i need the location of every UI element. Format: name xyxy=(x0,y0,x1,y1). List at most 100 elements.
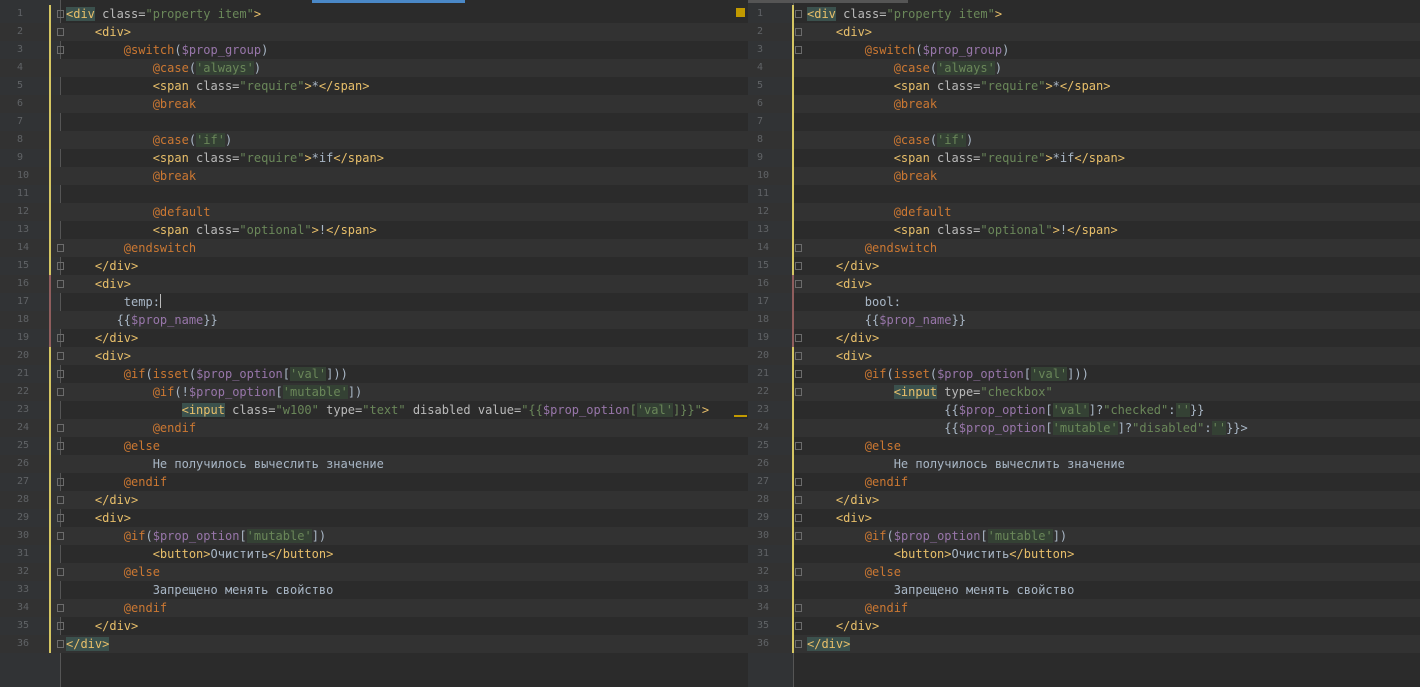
code-text[interactable]: <div> xyxy=(66,23,131,41)
code-line[interactable]: 10 @break xyxy=(748,167,1420,185)
code-line[interactable]: 18 {{$prop_name}} xyxy=(748,311,1420,329)
change-marker[interactable] xyxy=(49,113,51,131)
code-text[interactable]: @if(isset($prop_option['val'])) xyxy=(66,365,348,383)
code-text[interactable]: @switch($prop_group) xyxy=(807,41,1010,59)
change-marker[interactable] xyxy=(792,59,794,77)
change-marker[interactable] xyxy=(792,527,794,545)
code-text[interactable]: <span class="require">*</span> xyxy=(66,77,370,95)
code-line[interactable]: 35 </div> xyxy=(748,617,1420,635)
code-text[interactable]: @endif xyxy=(807,599,908,617)
code-line[interactable]: 23 <input class="w100" type="text" disab… xyxy=(0,401,748,419)
change-marker[interactable] xyxy=(49,203,51,221)
change-marker[interactable] xyxy=(792,167,794,185)
code-text[interactable]: @case('if') xyxy=(66,131,232,149)
code-line[interactable]: 1 <div class="property item"> xyxy=(748,5,1420,23)
change-marker[interactable] xyxy=(49,437,51,455)
change-marker[interactable] xyxy=(49,455,51,473)
change-marker[interactable] xyxy=(792,311,794,329)
code-text[interactable]: @if($prop_option['mutable']) xyxy=(807,527,1067,545)
code-line[interactable]: 9 <span class="require">*if</span> xyxy=(748,149,1420,167)
code-text[interactable]: </div> xyxy=(807,329,879,347)
code-text[interactable]: @endif xyxy=(66,473,167,491)
code-line[interactable]: 32 @else xyxy=(0,563,748,581)
code-line[interactable]: 30 @if($prop_option['mutable']) xyxy=(748,527,1420,545)
code-line[interactable]: 35 </div> xyxy=(0,617,748,635)
fold-toggle-icon[interactable] xyxy=(795,10,802,18)
code-line[interactable]: 4 @case('always') xyxy=(748,59,1420,77)
change-marker[interactable] xyxy=(792,437,794,455)
code-text[interactable]: <span class="require">*</span> xyxy=(807,77,1111,95)
code-line[interactable]: 33 Запрещено менять свойство xyxy=(0,581,748,599)
code-text[interactable]: @else xyxy=(807,563,901,581)
code-text[interactable]: <div class="property item"> xyxy=(807,5,1002,23)
code-line[interactable]: 23 {{$prop_option['val']?"checked":''}} xyxy=(748,401,1420,419)
code-text[interactable]: @endif xyxy=(66,419,196,437)
fold-toggle-icon[interactable] xyxy=(795,622,802,630)
change-marker[interactable] xyxy=(49,149,51,167)
fold-toggle-icon[interactable] xyxy=(57,622,64,630)
code-text[interactable]: {{$prop_name}} xyxy=(807,311,966,329)
code-line[interactable]: 26 Не получилось вычеслить значение xyxy=(748,455,1420,473)
fold-toggle-icon[interactable] xyxy=(57,10,64,18)
code-line[interactable]: 12 @default xyxy=(0,203,748,221)
code-text[interactable]: <button>Очистить</button> xyxy=(66,545,334,563)
change-marker[interactable] xyxy=(792,5,794,23)
code-text[interactable]: @endif xyxy=(807,473,908,491)
code-line[interactable]: 19 </div> xyxy=(0,329,748,347)
code-text[interactable]: <div> xyxy=(807,23,872,41)
code-line[interactable]: 29 <div> xyxy=(748,509,1420,527)
fold-toggle-icon[interactable] xyxy=(795,604,802,612)
change-marker[interactable] xyxy=(792,113,794,131)
code-text[interactable]: </div> xyxy=(66,329,138,347)
change-marker[interactable] xyxy=(49,311,51,329)
fold-toggle-icon[interactable] xyxy=(57,514,64,522)
change-marker[interactable] xyxy=(49,239,51,257)
change-marker[interactable] xyxy=(49,5,51,23)
change-marker[interactable] xyxy=(49,473,51,491)
fold-toggle-icon[interactable] xyxy=(795,334,802,342)
change-marker[interactable] xyxy=(792,203,794,221)
code-text[interactable]: @else xyxy=(66,437,160,455)
change-marker[interactable] xyxy=(49,275,51,293)
code-line[interactable]: 13 <span class="optional">!</span> xyxy=(0,221,748,239)
change-marker[interactable] xyxy=(792,383,794,401)
code-text[interactable]: </div> xyxy=(807,491,879,509)
code-line[interactable]: 30 @if($prop_option['mutable']) xyxy=(0,527,748,545)
code-line[interactable]: 18 {{$prop_name}} xyxy=(0,311,748,329)
change-marker[interactable] xyxy=(49,545,51,563)
code-line[interactable]: 3 @switch($prop_group) xyxy=(0,41,748,59)
code-text[interactable]: </div> xyxy=(807,617,879,635)
change-marker[interactable] xyxy=(792,491,794,509)
fold-toggle-icon[interactable] xyxy=(795,442,802,450)
code-line[interactable]: 29 <div> xyxy=(0,509,748,527)
change-marker[interactable] xyxy=(792,617,794,635)
code-text[interactable]: @else xyxy=(807,437,901,455)
code-line[interactable]: 24 {{$prop_option['mutable']?"disabled":… xyxy=(748,419,1420,437)
code-text[interactable]: </div> xyxy=(807,257,879,275)
change-marker[interactable] xyxy=(49,167,51,185)
code-line[interactable]: 19 </div> xyxy=(748,329,1420,347)
fold-toggle-icon[interactable] xyxy=(57,640,64,648)
fold-toggle-icon[interactable] xyxy=(57,496,64,504)
code-text[interactable]: </div> xyxy=(66,257,138,275)
code-text[interactable]: <div> xyxy=(66,347,131,365)
code-text[interactable]: @default xyxy=(807,203,952,221)
fold-toggle-icon[interactable] xyxy=(795,640,802,648)
code-line[interactable]: 17 temp: xyxy=(0,293,748,311)
change-marker[interactable] xyxy=(49,635,51,653)
change-marker[interactable] xyxy=(792,221,794,239)
code-text[interactable]: @case('always') xyxy=(807,59,1002,77)
fold-toggle-icon[interactable] xyxy=(57,568,64,576)
change-marker[interactable] xyxy=(49,581,51,599)
fold-toggle-icon[interactable] xyxy=(57,244,64,252)
code-text[interactable]: @endswitch xyxy=(807,239,937,257)
code-text[interactable]: @if(!$prop_option['mutable']) xyxy=(66,383,362,401)
code-line[interactable]: 6 @break xyxy=(748,95,1420,113)
fold-toggle-icon[interactable] xyxy=(57,46,64,54)
code-line[interactable]: 17 bool: xyxy=(748,293,1420,311)
code-line[interactable]: 21 @if(isset($prop_option['val'])) xyxy=(0,365,748,383)
fold-toggle-icon[interactable] xyxy=(57,532,64,540)
fold-toggle-icon[interactable] xyxy=(57,478,64,486)
fold-toggle-icon[interactable] xyxy=(795,388,802,396)
code-line[interactable]: 15 </div> xyxy=(0,257,748,275)
